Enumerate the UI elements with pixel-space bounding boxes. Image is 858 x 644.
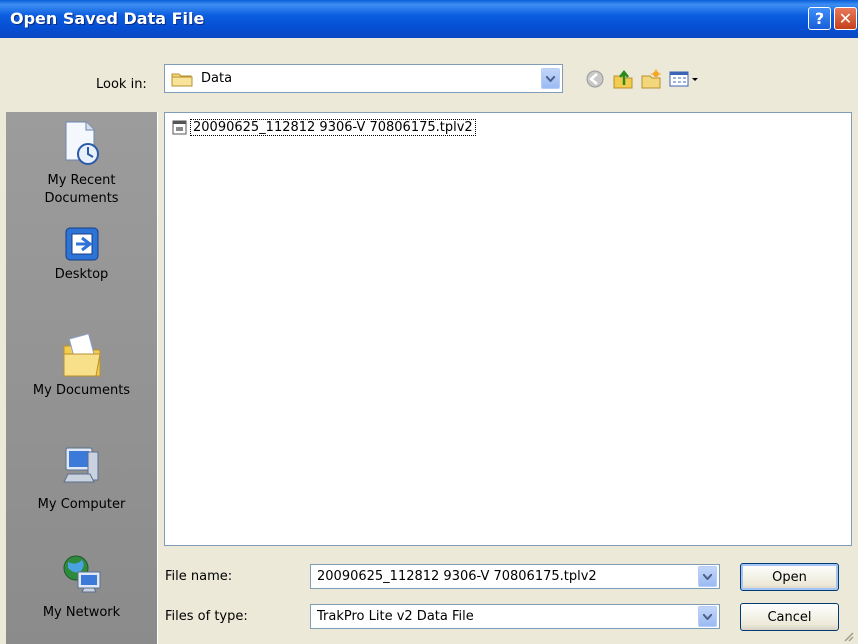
look-in-combo[interactable]: Data — [164, 64, 563, 93]
place-desktop[interactable]: Desktop — [6, 224, 157, 284]
place-label: My Recent Documents — [44, 173, 119, 206]
look-in-dropdown-button[interactable] — [541, 68, 560, 89]
file-type-select[interactable]: TrakPro Lite v2 Data File — [310, 604, 720, 629]
file-name-label: File name: — [165, 569, 233, 584]
place-my-recent-documents[interactable]: My Recent Documents — [6, 116, 157, 208]
list-item[interactable]: 20090625_112812 9306-V 70806175.tplv2 — [172, 119, 476, 136]
folder-icon — [171, 73, 193, 87]
views-menu-icon[interactable] — [668, 68, 702, 90]
look-in-value: Data — [201, 71, 233, 86]
data-file-icon — [172, 120, 187, 135]
help-button[interactable]: ? — [808, 7, 831, 30]
chevron-down-icon — [703, 573, 712, 580]
file-name-field[interactable]: 20090625_112812 9306-V 70806175.tplv2 — [310, 564, 720, 589]
file-type-label: Files of type: — [165, 609, 248, 624]
chevron-down-icon — [703, 613, 712, 620]
my-network-icon — [63, 555, 100, 593]
chevron-down-icon — [546, 75, 555, 82]
close-button[interactable]: ✕ — [834, 7, 857, 30]
file-name-dropdown-button[interactable] — [698, 566, 717, 587]
look-in-label: Look in: — [96, 77, 147, 92]
close-icon: ✕ — [838, 9, 853, 28]
place-label: My Network — [42, 605, 121, 620]
file-name-value: 20090625_112812 9306-V 70806175.tplv2 — [317, 569, 597, 584]
my-documents-icon — [63, 333, 101, 377]
back-icon[interactable] — [584, 68, 606, 90]
cancel-button[interactable]: Cancel — [740, 603, 839, 631]
new-folder-icon[interactable] — [640, 68, 662, 90]
place-my-computer[interactable]: My Computer — [6, 440, 157, 514]
place-my-documents[interactable]: My Documents — [6, 328, 157, 400]
help-icon: ? — [814, 9, 825, 28]
place-my-network[interactable]: My Network — [6, 550, 157, 622]
up-folder-icon[interactable] — [612, 68, 634, 90]
desktop-icon — [65, 227, 98, 261]
place-label: Desktop — [54, 267, 109, 282]
recent-documents-icon — [65, 121, 99, 165]
place-label: My Computer — [37, 497, 126, 512]
dialog-title: Open Saved Data File — [10, 9, 205, 28]
resize-grip-icon[interactable] — [842, 630, 854, 642]
title-bar[interactable]: Open Saved Data File ? ✕ — [0, 0, 858, 38]
place-label: My Documents — [32, 383, 131, 398]
open-file-dialog: Open Saved Data File ? ✕ Look in: Data M… — [0, 0, 858, 644]
file-type-value: TrakPro Lite v2 Data File — [317, 609, 474, 624]
file-name: 20090625_112812 9306-V 70806175.tplv2 — [190, 119, 476, 136]
open-button[interactable]: Open — [740, 563, 839, 591]
my-computer-icon — [62, 447, 98, 483]
file-list[interactable]: 20090625_112812 9306-V 70806175.tplv2 — [164, 112, 852, 546]
file-type-dropdown-button[interactable] — [698, 606, 717, 627]
places-bar: My Recent Documents Desktop My Documents — [6, 112, 158, 644]
